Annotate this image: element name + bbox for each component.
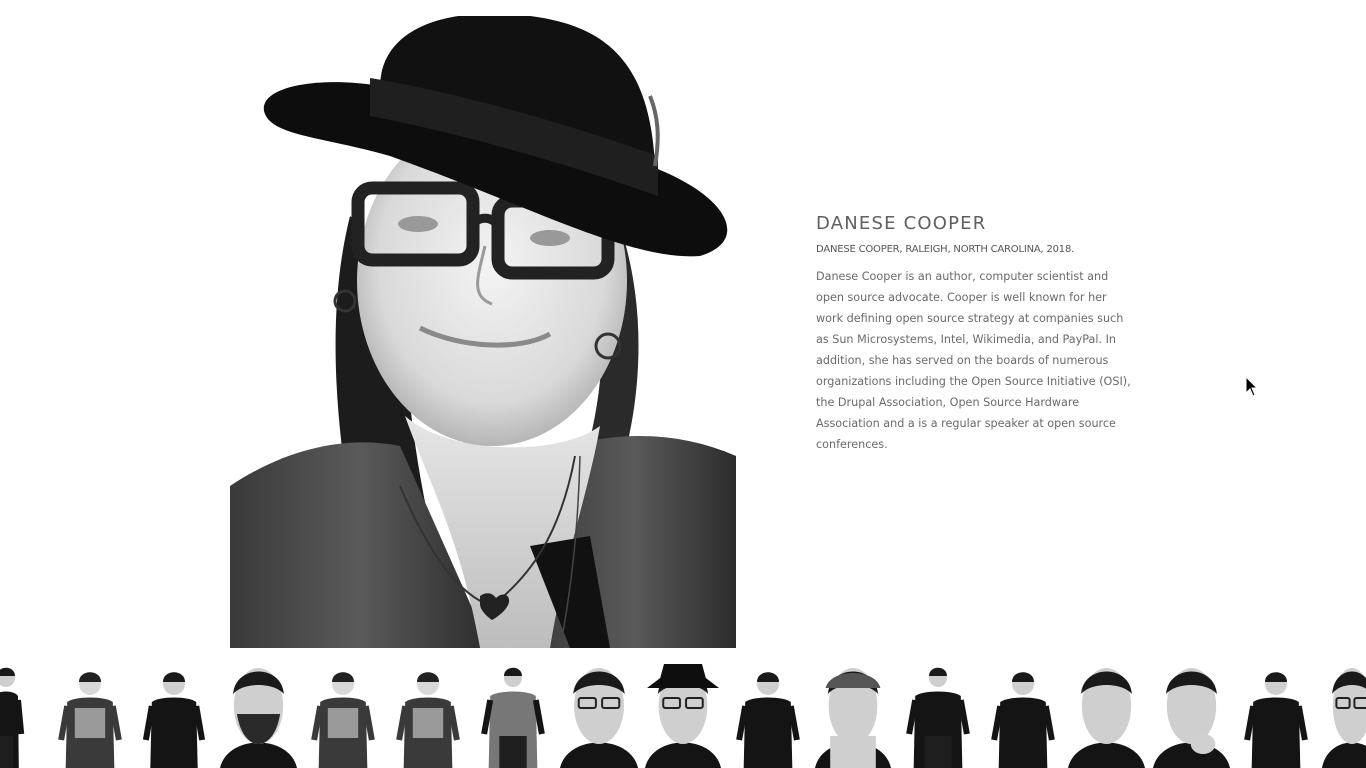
- portrait-thumbnail-1[interactable]: [0, 664, 26, 768]
- portrait-thumbnail-icon: [900, 664, 976, 768]
- portrait-thumbnail-3[interactable]: [137, 664, 211, 768]
- main-portrait-image: [230, 16, 736, 648]
- portrait-thumbnail-icon: [1153, 664, 1230, 768]
- gallery-page: DANESE COOPER DANESE COOPER, RALEIGH, NO…: [0, 0, 1366, 768]
- portrait-thumbnail-icon: [390, 664, 466, 768]
- profile-name: DANESE COOPER: [816, 213, 987, 234]
- profile-caption: DANESE COOPER, RALEIGH, NORTH CAROLINA, …: [816, 244, 1075, 255]
- portrait-thumbnail-13[interactable]: [985, 664, 1061, 768]
- portrait-thumbnail-icon: [220, 664, 297, 768]
- portrait-thumbnail-icon: [985, 664, 1061, 768]
- portrait-thumbnail-15[interactable]: [1153, 664, 1230, 768]
- profile-description: Danese Cooper is an author, computer sci…: [816, 270, 1131, 451]
- portrait-thumbnail-icon: [730, 664, 806, 768]
- portrait-thumbnail-icon: [475, 664, 551, 768]
- portrait-thumbnail-2[interactable]: [52, 664, 128, 768]
- portrait-thumbnail-8[interactable]: [560, 664, 638, 768]
- portrait-thumbnail-icon: [305, 664, 381, 768]
- portrait-thumbnail-icon: [52, 664, 128, 768]
- portrait-thumbnail-icon: [560, 664, 638, 768]
- portrait-thumbnail-icon: [645, 664, 721, 768]
- portrait-thumbnail-11[interactable]: [815, 664, 891, 768]
- portrait-thumbnail-icon: [1238, 664, 1314, 768]
- portrait-thumbnail-10[interactable]: [730, 664, 806, 768]
- mouse-cursor-icon: [1245, 376, 1259, 397]
- portrait-thumbnail-6[interactable]: [390, 664, 466, 768]
- portrait-thumbnail-17[interactable]: [1322, 664, 1366, 768]
- thumbnail-strip: [0, 664, 1366, 768]
- portrait-thumbnail-9[interactable]: [645, 664, 721, 768]
- portrait-thumbnail-icon: [1322, 664, 1366, 768]
- portrait-thumbnail-icon: [0, 664, 26, 768]
- portrait-thumbnail-5[interactable]: [305, 664, 381, 768]
- portrait-thumbnail-16[interactable]: [1238, 664, 1314, 768]
- portrait-thumbnail-icon: [137, 664, 211, 768]
- profile-bio: DANESE COOPER DANESE COOPER, RALEIGH, NO…: [816, 213, 1136, 455]
- portrait-thumbnail-4[interactable]: [220, 664, 297, 768]
- portrait-thumbnail-12[interactable]: [900, 664, 976, 768]
- portrait-thumbnail-14[interactable]: [1068, 664, 1145, 768]
- portrait-thumbnail-icon: [815, 664, 891, 768]
- portrait-thumbnail-icon: [1068, 664, 1145, 768]
- portrait-thumbnail-7[interactable]: [475, 664, 551, 768]
